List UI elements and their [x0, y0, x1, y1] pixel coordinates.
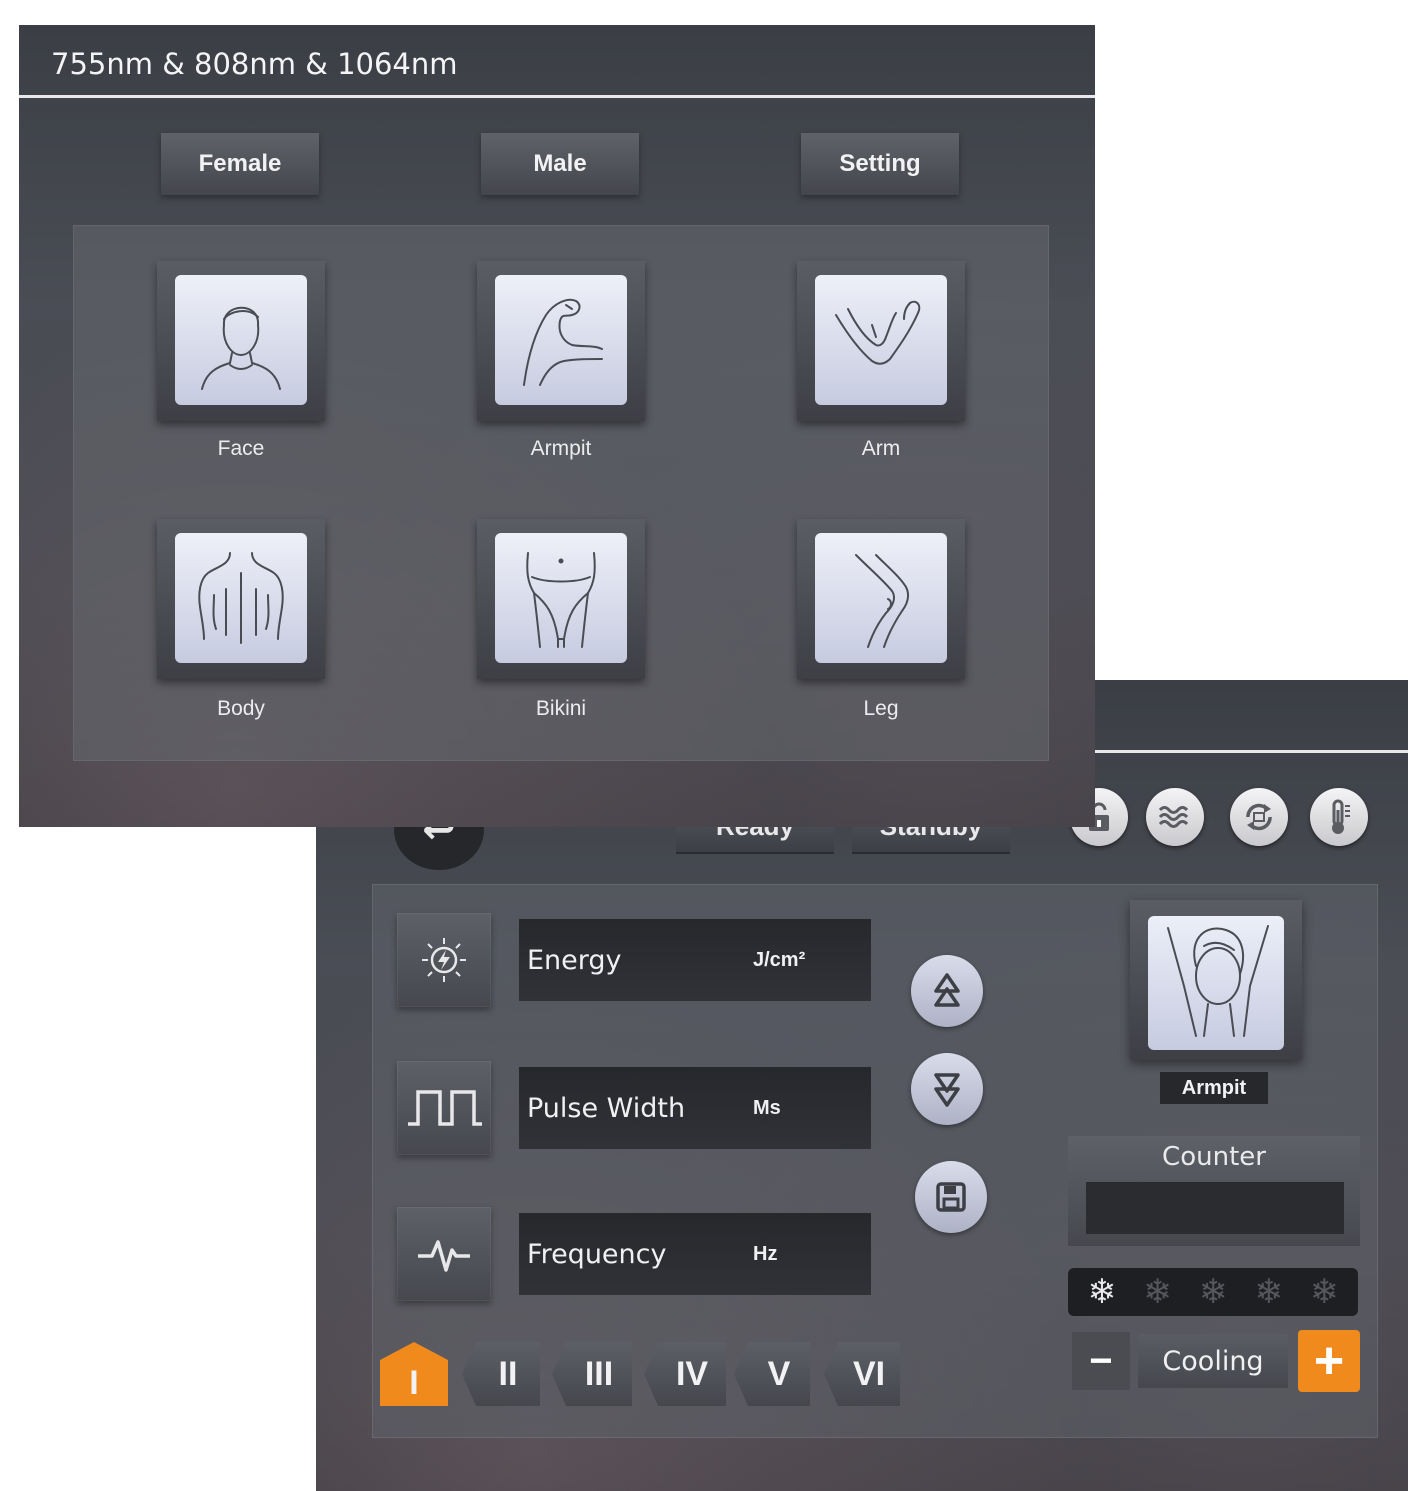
- level-button-6[interactable]: VI: [824, 1342, 900, 1406]
- snowflake-icon: ❄: [1143, 1272, 1172, 1312]
- energy-icon[interactable]: [397, 913, 491, 1007]
- armpit-icon: [523, 298, 603, 386]
- arm-icon: [835, 300, 921, 365]
- pulse-wave-icon[interactable]: [397, 1061, 491, 1155]
- level-button-3[interactable]: III: [552, 1342, 632, 1406]
- decrease-button[interactable]: [911, 1053, 983, 1125]
- area-selection-screen: 755nm & 808nm & 1064nm Female Male Setti…: [19, 25, 1095, 827]
- area-card-face[interactable]: [157, 261, 325, 421]
- area-card-bikini[interactable]: [477, 519, 645, 679]
- bikini-icon: [526, 552, 596, 648]
- energy-label: Energy: [527, 944, 622, 976]
- snowflake-icon: ❄: [1198, 1272, 1228, 1312]
- water-flow-icon[interactable]: [1146, 788, 1204, 846]
- frequency-unit: Hz: [753, 1242, 778, 1265]
- cooling-level-indicator: ❄ ❄ ❄ ❄ ❄: [1068, 1268, 1358, 1316]
- area-label-bikini: Bikini: [535, 697, 587, 720]
- snowflake-icon: ❄: [1309, 1272, 1339, 1312]
- counter-title: Counter: [1162, 1142, 1266, 1172]
- frequency-field[interactable]: Frequency Hz: [519, 1213, 871, 1295]
- cooling-increase-button[interactable]: +: [1298, 1330, 1360, 1392]
- area-card-armpit[interactable]: [477, 261, 645, 421]
- level-button-2[interactable]: II: [462, 1342, 540, 1406]
- page-title: 755nm & 808nm & 1064nm: [51, 47, 458, 81]
- cooling-decrease-button[interactable]: −: [1072, 1332, 1130, 1390]
- pulse-width-unit: Ms: [753, 1096, 781, 1119]
- level-button-5[interactable]: V: [734, 1342, 810, 1406]
- area-card-body[interactable]: [157, 519, 325, 679]
- pulse-width-field[interactable]: Pulse Width Ms: [519, 1067, 871, 1149]
- snowflake-icon: ❄: [1254, 1272, 1283, 1312]
- area-label-face: Face: [217, 437, 265, 460]
- energy-unit: J/cm²: [753, 948, 806, 971]
- heartbeat-icon[interactable]: [397, 1207, 491, 1301]
- area-label-arm: Arm: [861, 437, 901, 460]
- setting-tab[interactable]: Setting: [801, 133, 959, 195]
- cooling-label: Cooling: [1138, 1334, 1288, 1388]
- increase-button[interactable]: [911, 955, 983, 1027]
- male-tab[interactable]: Male: [481, 133, 639, 195]
- energy-field[interactable]: Energy J/cm²: [519, 919, 871, 1001]
- female-tab[interactable]: Female: [161, 133, 319, 195]
- area-label-armpit: Armpit: [530, 437, 592, 460]
- counter-box: Counter: [1068, 1136, 1360, 1246]
- area-card-arm[interactable]: [797, 261, 965, 421]
- leg-icon: [855, 554, 910, 648]
- body-back-icon: [198, 552, 284, 644]
- frequency-label: Frequency: [527, 1238, 667, 1270]
- thermometer-icon[interactable]: [1310, 788, 1368, 846]
- counter-display: [1086, 1182, 1344, 1234]
- save-icon[interactable]: [915, 1161, 987, 1233]
- snowflake-icon: ❄: [1087, 1272, 1117, 1312]
- circulation-icon[interactable]: [1230, 788, 1288, 846]
- face-icon: [201, 306, 281, 390]
- armpit-female-icon: [1167, 925, 1269, 1037]
- selected-area-thumbnail: [1130, 900, 1302, 1060]
- level-button-4[interactable]: IV: [644, 1342, 726, 1406]
- header-divider: [19, 95, 1095, 98]
- area-label-leg: Leg: [863, 697, 899, 720]
- area-label-body: Body: [217, 697, 265, 720]
- selected-area-label: Armpit: [1160, 1072, 1268, 1104]
- area-card-leg[interactable]: [797, 519, 965, 679]
- pulse-width-label: Pulse Width: [527, 1092, 686, 1124]
